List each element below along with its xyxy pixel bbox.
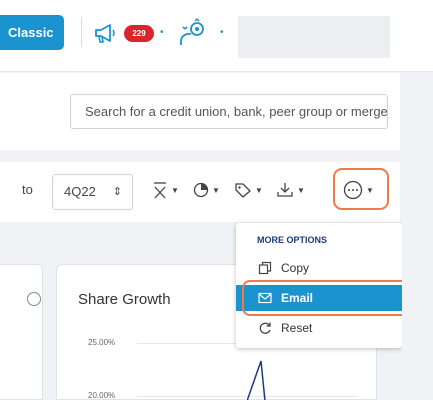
more-options-highlight xyxy=(333,168,389,210)
average-tool[interactable]: ▼ xyxy=(152,179,179,201)
info-icon[interactable] xyxy=(27,292,41,306)
reset-icon xyxy=(257,320,273,336)
period-select[interactable]: 4Q22 ⇕ xyxy=(52,174,133,210)
menu-item-copy[interactable]: Copy xyxy=(236,255,402,281)
series-line xyxy=(247,360,266,400)
chart-card-partial xyxy=(0,264,43,400)
search-input[interactable] xyxy=(70,94,388,129)
menu-item-reset[interactable]: Reset xyxy=(236,315,402,341)
classic-view-button[interactable]: Classic xyxy=(0,15,64,50)
chevron-down-icon: ▼ xyxy=(212,185,220,195)
notification-caret[interactable]: • xyxy=(160,27,164,38)
y-tick-label: 20.00% xyxy=(88,391,116,400)
page-gutter xyxy=(402,73,433,400)
top-bar: Classic 229 • • xyxy=(0,0,433,72)
chevron-down-icon: ▼ xyxy=(255,185,263,195)
megaphone-icon[interactable] xyxy=(93,21,119,45)
menu-header: MORE OPTIONS xyxy=(257,235,328,245)
period-arrow-icon: ⇕ xyxy=(112,186,122,198)
pie-chart-icon xyxy=(193,182,209,198)
x-bar-icon xyxy=(154,182,166,199)
chart-type-tool[interactable]: ▼ xyxy=(193,179,220,201)
topbar-placeholder xyxy=(238,16,390,58)
search-bar-area xyxy=(0,73,400,150)
download-icon xyxy=(277,183,293,197)
chevron-down-icon: ▼ xyxy=(171,185,179,195)
menu-item-label: Copy xyxy=(281,261,310,275)
user-settings-icon[interactable] xyxy=(177,17,209,49)
copy-icon xyxy=(257,260,273,276)
card-title: Share Growth xyxy=(78,291,171,308)
tag-tool[interactable]: ▼ xyxy=(234,179,263,201)
period-value: 4Q22 xyxy=(64,184,96,199)
download-tool[interactable]: ▼ xyxy=(276,179,305,201)
chevron-down-icon: ▼ xyxy=(297,185,305,195)
tag-icon xyxy=(235,183,251,198)
menu-item-label: Reset xyxy=(281,321,313,335)
y-tick-label: 25.00% xyxy=(88,338,116,347)
notification-badge: 229 xyxy=(124,25,154,42)
to-label: to xyxy=(22,182,33,197)
user-menu-caret[interactable]: • xyxy=(220,27,224,38)
topbar-divider xyxy=(81,17,82,47)
